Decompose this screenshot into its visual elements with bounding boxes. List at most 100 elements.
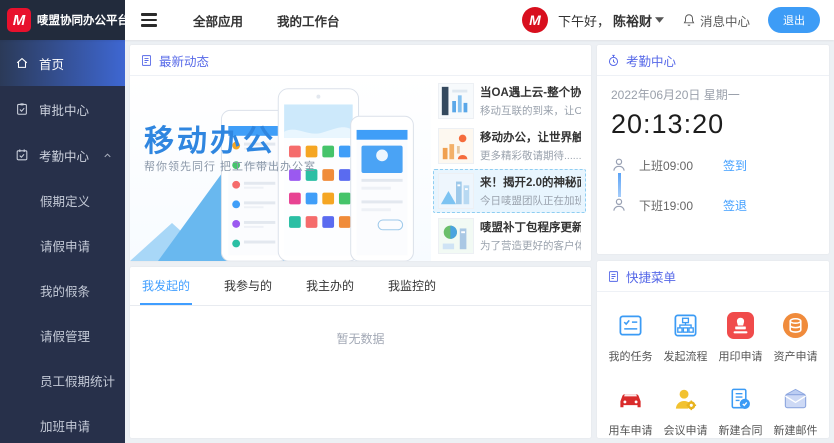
sign-out-link[interactable]: 签退 bbox=[723, 197, 747, 214]
sidebar-subitem-holiday-definition[interactable]: 假期定义 bbox=[0, 178, 125, 223]
quick-item-my-tasks[interactable]: 我的任务 bbox=[603, 304, 658, 364]
nav-all-apps[interactable]: 全部应用 bbox=[193, 11, 243, 30]
home-icon bbox=[15, 56, 29, 70]
attendance-header: 考勤中心 bbox=[597, 45, 829, 76]
quick-item-seal-request[interactable]: 用印申请 bbox=[713, 304, 768, 364]
sidebar-subitem-leave-request[interactable]: 请假申请 bbox=[0, 223, 125, 268]
sidebar-item-approval-center[interactable]: 审批中心 bbox=[0, 86, 125, 132]
quick-menu-title: 快捷菜单 bbox=[626, 267, 676, 286]
sidebar-subitem-employee-leave-stats[interactable]: 员工假期统计 bbox=[0, 358, 125, 403]
asset-icon bbox=[782, 312, 809, 339]
quick-item-label: 新建合同 bbox=[719, 422, 763, 438]
news-title: 唛盟补丁包程序更新 bbox=[480, 219, 581, 235]
quick-item-new-mail[interactable]: 新建邮件 bbox=[768, 378, 823, 438]
person-icon bbox=[611, 157, 627, 173]
attendance-panel: 考勤中心 2022年06月20日 星期一 20:13:20 上班09:00 签到… bbox=[597, 45, 829, 254]
mobile-office-banner[interactable]: 移动办公 帮你领先同行 把工作带出办公室 bbox=[130, 76, 431, 261]
document-icon bbox=[140, 54, 153, 67]
attendance-body: 2022年06月20日 星期一 20:13:20 上班09:00 签到 下班19… bbox=[597, 76, 829, 218]
quick-menu-grid: 我的任务 发起流程 用印申请 资产申请 用车申请 bbox=[597, 292, 829, 438]
banner-subline: 帮你领先同行 把工作带出办公室 bbox=[144, 158, 316, 174]
latest-news-body: 移动办公 帮你领先同行 把工作带出办公室 bbox=[130, 76, 591, 261]
nav-my-workbench[interactable]: 我的工作台 bbox=[277, 11, 340, 30]
my-tasks-panel: 我发起的 我参与的 我主办的 我监控的 暂无数据 bbox=[130, 267, 591, 438]
main-column: 最新动态 移动办公 帮你领先同行 把工作带出办公室 bbox=[130, 45, 591, 438]
news-thumbnail bbox=[438, 128, 474, 164]
sidebar-item-home[interactable]: 首页 bbox=[0, 40, 125, 86]
sidebar-item-label: 审批中心 bbox=[39, 100, 89, 119]
news-item[interactable]: 当OA遇上云-整个协同OA移动互联的到来，让OA与云 bbox=[433, 79, 586, 124]
news-desc: 更多精彩敬请期待........ bbox=[480, 148, 581, 163]
empty-state-text: 暂无数据 bbox=[130, 306, 591, 347]
banner-headline: 移动办公 bbox=[144, 116, 276, 160]
header-right: M 下午好，陈裕财 消息中心 退出 bbox=[522, 7, 834, 33]
flow-icon bbox=[672, 312, 699, 339]
attendance-clock: 20:13:20 bbox=[611, 109, 815, 140]
news-item-highlighted[interactable]: 来！揭开2.0的神秘面纱- 今日唛盟团队正在加班加点， bbox=[433, 169, 586, 214]
tasks-tab-bar: 我发起的 我参与的 我主办的 我监控的 bbox=[130, 267, 591, 306]
attendance-title: 考勤中心 bbox=[626, 51, 676, 70]
quick-item-meeting-request[interactable]: 会议申请 bbox=[658, 378, 713, 438]
quick-item-label: 资产申请 bbox=[774, 348, 818, 364]
news-title: 来！揭开2.0的神秘面纱- bbox=[480, 174, 581, 190]
attendance-date: 2022年06月20日 星期一 bbox=[611, 86, 815, 103]
document-icon bbox=[607, 270, 620, 283]
user-name: 陈裕财 bbox=[613, 11, 652, 30]
user-avatar[interactable]: M bbox=[522, 7, 548, 33]
chevron-up-icon bbox=[102, 150, 113, 161]
meeting-icon bbox=[672, 386, 699, 413]
logout-button[interactable]: 退出 bbox=[768, 7, 820, 33]
news-desc: 今日唛盟团队正在加班加点， bbox=[480, 193, 581, 208]
latest-news-header: 最新动态 bbox=[130, 45, 591, 76]
right-column: 考勤中心 2022年06月20日 星期一 20:13:20 上班09:00 签到… bbox=[597, 45, 829, 438]
tab-monitored-by-me[interactable]: 我监控的 bbox=[386, 267, 438, 305]
brand: M 唛盟协同办公平台 bbox=[0, 0, 125, 40]
quick-menu-header: 快捷菜单 bbox=[597, 261, 829, 292]
top-nav: 全部应用 我的工作台 bbox=[193, 11, 340, 30]
mail-icon bbox=[782, 386, 809, 413]
task-icon bbox=[617, 312, 644, 339]
message-center-label: 消息中心 bbox=[700, 11, 750, 30]
sidebar-item-label: 考勤中心 bbox=[39, 146, 89, 165]
tab-hosted-by-me[interactable]: 我主办的 bbox=[304, 267, 356, 305]
greeting-text: 下午好， bbox=[558, 11, 610, 30]
news-item[interactable]: 唛盟补丁包程序更新为了营造更好的客户体验，唛 bbox=[433, 213, 586, 258]
tab-participated-by-me[interactable]: 我参与的 bbox=[222, 267, 274, 305]
attendance-timeline: 上班09:00 签到 下班19:00 签退 bbox=[611, 152, 815, 218]
quick-item-asset-request[interactable]: 资产申请 bbox=[768, 304, 823, 364]
bell-icon bbox=[682, 13, 696, 27]
news-thumbnail bbox=[438, 218, 474, 254]
news-desc: 为了营造更好的客户体验，唛 bbox=[480, 238, 581, 253]
quick-item-vehicle-request[interactable]: 用车申请 bbox=[603, 378, 658, 438]
sidebar-subitem-my-leave-notes[interactable]: 我的假条 bbox=[0, 268, 125, 313]
person-icon bbox=[611, 197, 627, 213]
top-header: M 唛盟协同办公平台 全部应用 我的工作台 M 下午好，陈裕财 消息中心 退出 bbox=[0, 0, 834, 40]
quick-item-label: 我的任务 bbox=[609, 348, 653, 364]
menu-toggle-icon[interactable] bbox=[137, 9, 161, 31]
news-item[interactable]: 移动办公，让世界触手可更多精彩敬请期待........ bbox=[433, 124, 586, 169]
user-greeting[interactable]: 下午好，陈裕财 bbox=[558, 11, 664, 30]
sidebar-item-attendance-center[interactable]: 考勤中心 bbox=[0, 132, 125, 178]
news-desc: 移动互联的到来，让OA与云 bbox=[480, 103, 581, 118]
quick-item-label: 用印申请 bbox=[719, 348, 763, 364]
tab-initiated-by-me[interactable]: 我发起的 bbox=[140, 267, 192, 305]
latest-news-panel: 最新动态 移动办公 帮你领先同行 把工作带出办公室 bbox=[130, 45, 591, 261]
shift-label: 上班09:00 bbox=[639, 157, 711, 174]
news-list: 当OA遇上云-整个协同OA移动互联的到来，让OA与云 移动办公，让世界触手可更多… bbox=[431, 76, 591, 261]
sidebar-subitem-overtime-request[interactable]: 加班申请 bbox=[0, 403, 125, 443]
quick-item-label: 会议申请 bbox=[664, 422, 708, 438]
sign-in-link[interactable]: 签到 bbox=[723, 157, 747, 174]
quick-item-start-flow[interactable]: 发起流程 bbox=[658, 304, 713, 364]
latest-news-title: 最新动态 bbox=[159, 51, 209, 70]
attendance-icon bbox=[15, 148, 29, 162]
message-center[interactable]: 消息中心 bbox=[682, 11, 750, 30]
shift-row-evening: 下班19:00 签退 bbox=[611, 192, 815, 218]
caret-down-icon bbox=[655, 17, 664, 23]
news-title: 移动办公，让世界触手可 bbox=[480, 129, 581, 145]
quick-item-new-contract[interactable]: 新建合同 bbox=[713, 378, 768, 438]
quick-menu-panel: 快捷菜单 我的任务 发起流程 用印申请 资产申请 bbox=[597, 261, 829, 438]
sidebar: 首页 审批中心 考勤中心 假期定义 请假申请 我的假条 请假管理 员工假期统计 … bbox=[0, 40, 125, 443]
shift-label: 下班19:00 bbox=[639, 197, 711, 214]
sidebar-subitem-leave-management[interactable]: 请假管理 bbox=[0, 313, 125, 358]
quick-item-label: 用车申请 bbox=[609, 422, 653, 438]
